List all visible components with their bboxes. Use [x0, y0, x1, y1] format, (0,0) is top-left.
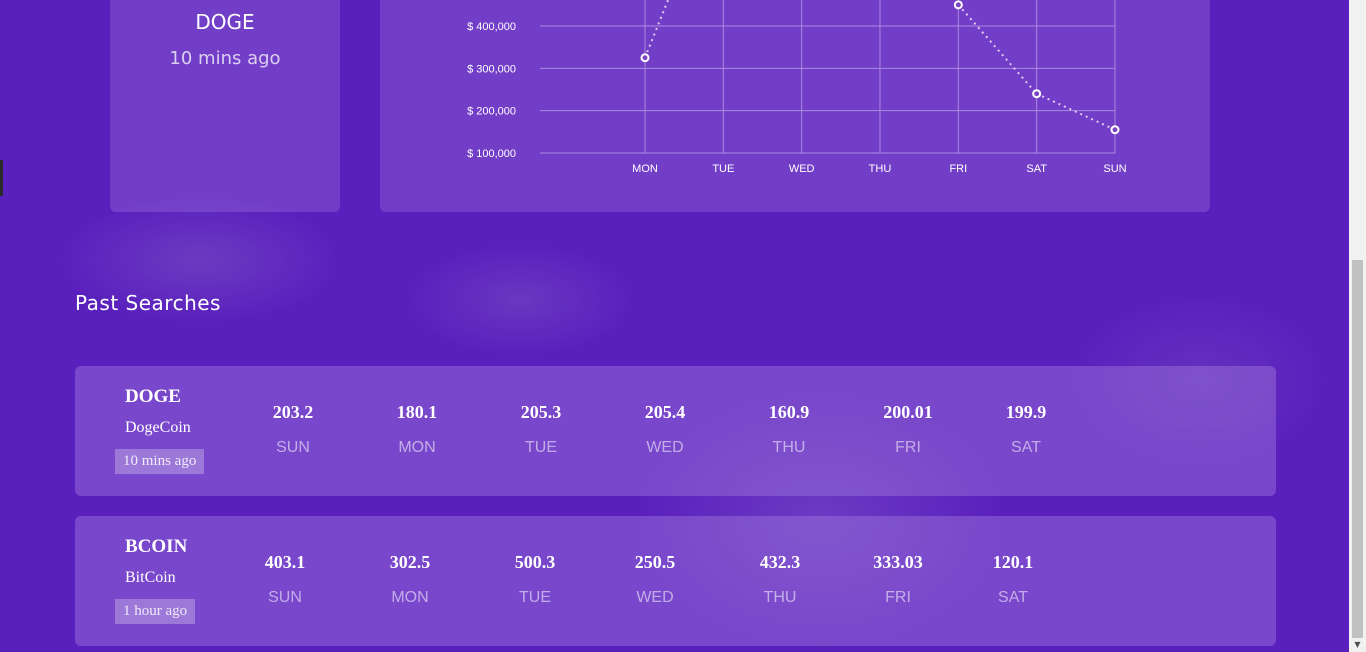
y-tick-label: $ 200,000 [467, 106, 516, 118]
price-chart-card: $ 100,000 $ 200,000 $ 300,000 $ 400,000 MON T… [380, 0, 1210, 212]
day-stat: 403.1 SUN [245, 552, 325, 607]
scroll-down-arrow-icon[interactable]: ▼ [1349, 638, 1366, 652]
day-stat: 432.3 THU [740, 552, 820, 607]
day-label: TUE [519, 589, 551, 606]
page-scrollbar[interactable]: ▼ [1349, 0, 1366, 652]
series-line-segment [644, 0, 670, 59]
day-value: 500.3 [514, 552, 556, 572]
past-search-row[interactable]: BCOIN BitCoin 1 hour ago 403.1 SUN 302.5… [75, 516, 1276, 646]
past-search-time-badge: 10 mins ago [115, 449, 205, 474]
window-edge [0, 160, 3, 196]
scrollbar-thumb[interactable] [1352, 260, 1363, 638]
day-value: 120.1 [992, 552, 1034, 572]
day-label: WED [636, 589, 674, 606]
chart-axes: $ 100,000 $ 200,000 $ 300,000 $ 400,000 MON T… [467, 21, 1127, 175]
day-stat: 333.03 FRI [858, 552, 938, 607]
series-line-segment [957, 4, 1038, 95]
x-tick-label: SAT [1026, 163, 1047, 175]
data-point [953, 0, 963, 10]
day-label: WED [646, 439, 684, 456]
day-value: 200.01 [883, 402, 933, 422]
day-value: 205.4 [644, 402, 686, 422]
day-value: 432.3 [759, 552, 801, 572]
x-tick-label: THU [869, 163, 892, 175]
day-label: THU [772, 439, 806, 456]
day-label: FRI [895, 439, 921, 456]
day-label: SUN [276, 439, 310, 456]
day-label: FRI [885, 589, 911, 606]
current-coin-updated: 10 mins ago [169, 48, 281, 69]
day-value: 203.2 [272, 402, 314, 422]
day-value: 180.1 [396, 402, 438, 422]
price-chart: $ 100,000 $ 200,000 $ 300,000 $ 400,000 MON T… [467, 0, 1127, 175]
day-stat: 200.01 FRI [868, 402, 948, 457]
x-tick-label: SUN [1103, 163, 1126, 175]
past-search-name: DogeCoin [125, 419, 191, 436]
x-tick-label: FRI [949, 163, 967, 175]
day-label: MON [398, 439, 436, 456]
day-value: 333.03 [873, 552, 923, 572]
day-value: 205.3 [520, 402, 562, 422]
day-stat: 205.3 TUE [501, 402, 581, 457]
day-stat: 199.9 SAT [986, 402, 1066, 457]
day-label: SAT [1011, 439, 1041, 456]
day-value: 403.1 [264, 552, 306, 572]
day-stat: 302.5 MON [370, 552, 450, 607]
day-stat: 120.1 SAT [973, 552, 1053, 607]
data-point [1110, 125, 1120, 135]
x-tick-label: TUE [712, 163, 734, 175]
day-value: 250.5 [634, 552, 676, 572]
day-value: 160.9 [768, 402, 810, 422]
day-label: SUN [268, 589, 302, 606]
day-stat: 180.1 MON [377, 402, 457, 457]
x-tick-label: WED [789, 163, 815, 175]
past-searches-title: Past Searches [75, 291, 221, 315]
day-label: MON [391, 589, 429, 606]
day-stat: 500.3 TUE [495, 552, 575, 607]
day-stat: 250.5 WED [615, 552, 695, 607]
day-label: TUE [525, 439, 557, 456]
current-coin-card: DOGE 10 mins ago [110, 0, 340, 212]
day-stat: 205.4 WED [625, 402, 705, 457]
series-line-segment [1036, 92, 1116, 131]
past-search-symbol: BCOIN [125, 536, 188, 557]
day-label: THU [763, 589, 797, 606]
day-value: 302.5 [389, 552, 431, 572]
x-tick-label: MON [632, 163, 658, 175]
past-search-row[interactable]: DOGE DogeCoin 10 mins ago 203.2 SUN 180.… [75, 366, 1276, 496]
y-tick-label: $ 400,000 [467, 21, 516, 33]
y-tick-label: $ 300,000 [467, 63, 516, 75]
data-point [640, 53, 650, 63]
y-tick-label: $ 100,000 [467, 148, 516, 160]
current-coin-symbol: DOGE [195, 10, 255, 34]
chart-grid [540, 0, 1116, 154]
past-search-symbol: DOGE [125, 386, 181, 407]
data-point [1032, 89, 1042, 99]
past-search-name: BitCoin [125, 569, 176, 586]
day-stat: 160.9 THU [749, 402, 829, 457]
day-label: SAT [998, 589, 1028, 606]
past-search-time-badge: 1 hour ago [115, 599, 196, 624]
day-stat: 203.2 SUN [253, 402, 333, 457]
day-value: 199.9 [1005, 402, 1047, 422]
